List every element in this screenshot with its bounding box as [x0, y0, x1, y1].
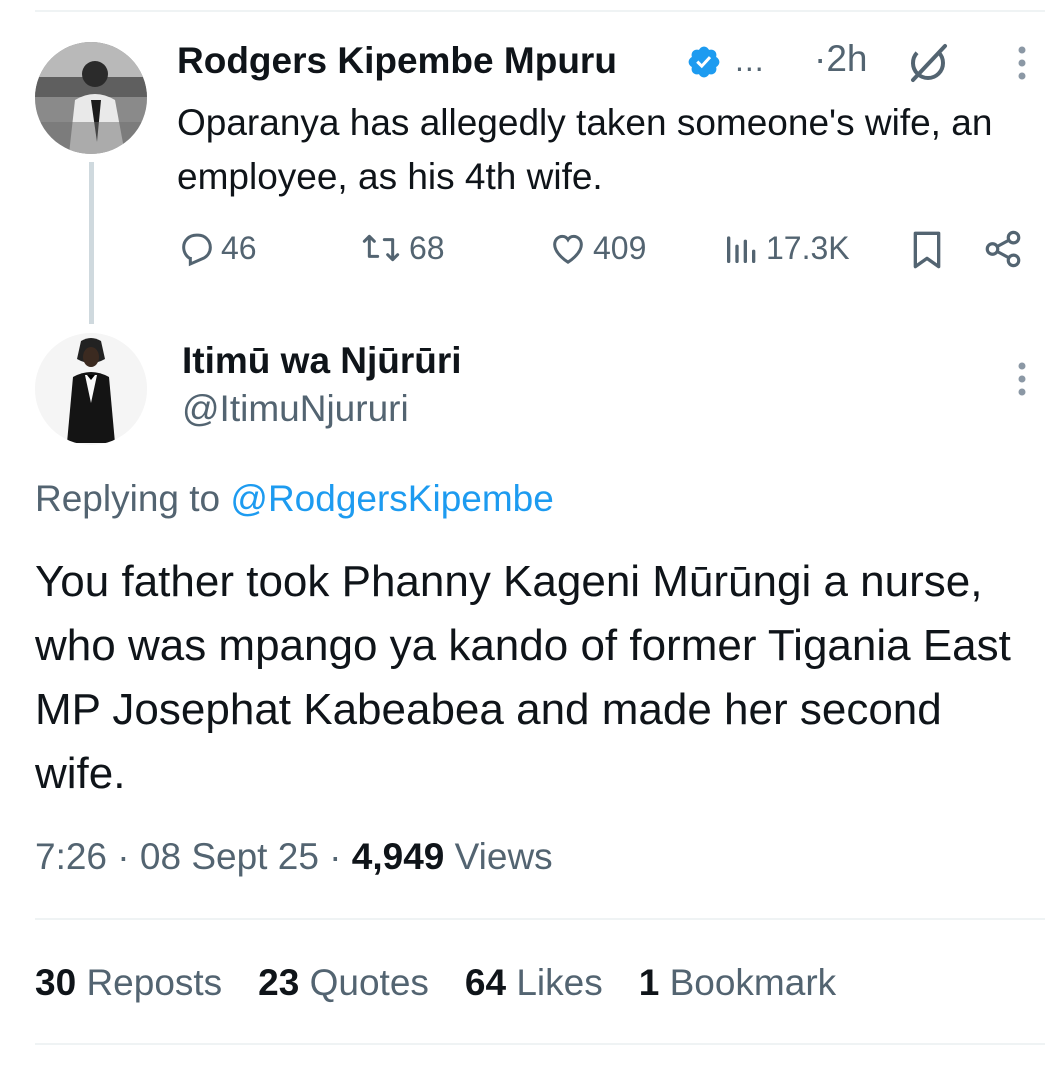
- author-handle[interactable]: @ItimuNjururi: [182, 388, 409, 430]
- reposts-count: 30: [35, 962, 77, 1003]
- like-button[interactable]: 409: [547, 228, 646, 268]
- reply-icon: [182, 233, 212, 267]
- author-name[interactable]: Rodgers Kipembe Mpuru: [177, 40, 617, 82]
- replying-prefix: Replying to: [35, 478, 221, 519]
- views-count: 4,949: [351, 836, 445, 877]
- likes-label: Likes: [516, 962, 603, 1003]
- bookmarks-label: Bookmark: [669, 962, 837, 1003]
- top-divider: [35, 10, 1045, 12]
- likes-stat[interactable]: 64 Likes: [465, 962, 603, 1003]
- avatar-photo: [35, 42, 147, 154]
- views-label: Views: [454, 836, 553, 877]
- post-metadata: 7:26 · 08 Sept 25 · 4,949 Views: [35, 836, 553, 878]
- reply-count: 46: [221, 229, 257, 266]
- grok-icon[interactable]: [905, 40, 951, 86]
- repost-button[interactable]: 68: [357, 228, 445, 268]
- tweet-text: Oparanya has allegedly taken someone's w…: [177, 102, 993, 197]
- thread-line: [89, 162, 94, 324]
- engagement-stats: 30 Reposts 23 Quotes 64 Likes 1 Bookmark: [35, 962, 836, 1004]
- bookmark-button[interactable]: [907, 228, 947, 272]
- verified-badge-icon: [686, 44, 722, 80]
- reposts-label: Reposts: [86, 962, 223, 1003]
- avatar[interactable]: [35, 42, 147, 154]
- share-button[interactable]: [982, 228, 1024, 270]
- heart-icon: [553, 234, 583, 264]
- bookmarks-stat[interactable]: 1 Bookmark: [639, 962, 836, 1003]
- bookmarks-count: 1: [638, 962, 660, 1003]
- post-time[interactable]: ·2h: [814, 38, 867, 80]
- separator: ·: [117, 836, 130, 877]
- reposts-stat[interactable]: 30 Reposts: [35, 962, 222, 1003]
- repost-count: 68: [409, 229, 445, 266]
- like-count: 409: [593, 229, 647, 266]
- quotes-count: 23: [258, 962, 300, 1003]
- post-time[interactable]: 7:26: [35, 836, 107, 877]
- divider: [35, 1043, 1045, 1045]
- replying-handle-link[interactable]: @RodgersKipembe: [230, 478, 553, 519]
- view-count: 17.3K: [766, 229, 850, 266]
- separator: ·: [329, 836, 342, 877]
- quotes-stat[interactable]: 23 Quotes: [258, 962, 429, 1003]
- views-button[interactable]: 17.3K: [722, 228, 850, 268]
- bookmark-icon: [913, 231, 941, 269]
- action-bar: 46 68 409 17.3K: [177, 228, 1037, 272]
- avatar-photo: [35, 333, 147, 445]
- quotes-label: Quotes: [309, 962, 429, 1003]
- reply-button[interactable]: 46: [177, 228, 257, 268]
- share-icon: [985, 230, 1021, 268]
- views-icon: [727, 236, 756, 263]
- name-truncation: ...: [735, 42, 765, 78]
- repost-icon: [362, 234, 400, 262]
- more-vertical-icon[interactable]: [1010, 44, 1034, 82]
- replying-to: Replying to @RodgersKipembe: [35, 478, 554, 520]
- author-name[interactable]: Itimū wa Njūrūri: [182, 340, 462, 382]
- likes-count: 64: [464, 962, 507, 1003]
- more-vertical-icon[interactable]: [1010, 360, 1034, 398]
- tweet-text: You father took Phanny Kageni Mūrūngi a …: [35, 557, 1011, 798]
- post-date[interactable]: 08 Sept 25: [140, 836, 319, 877]
- divider: [35, 918, 1045, 920]
- avatar[interactable]: [35, 333, 147, 445]
